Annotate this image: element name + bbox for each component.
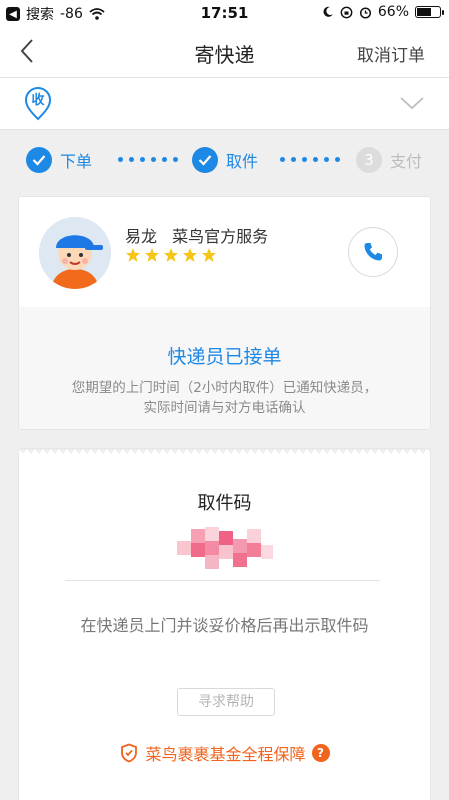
nav-bar: 寄快递 取消订单 bbox=[0, 26, 449, 78]
order-progress: 下单 取件 3 支付 bbox=[26, 147, 426, 177]
moon-icon bbox=[323, 6, 333, 17]
phone-icon bbox=[364, 243, 382, 261]
courier-service: 菜鸟官方服务 bbox=[172, 227, 269, 246]
step-pickup: 取件 bbox=[192, 147, 258, 173]
star-icon bbox=[164, 248, 178, 262]
guarantee-link[interactable]: 菜鸟裹裹基金全程保障 ? bbox=[19, 741, 430, 765]
battery-percent: 66% bbox=[377, 4, 409, 20]
help-question-icon[interactable]: ? bbox=[311, 744, 330, 762]
step-order: 下单 bbox=[26, 147, 92, 173]
step-number: 3 bbox=[356, 147, 382, 173]
alarm-icon bbox=[359, 6, 371, 19]
notice-line: 您期望的上门时间（2小时内取件）已通知快递员， bbox=[71, 380, 378, 396]
call-courier-button[interactable] bbox=[348, 227, 398, 277]
pickup-code-title: 取件码 bbox=[197, 493, 252, 514]
divider bbox=[65, 580, 380, 581]
pickup-code-card: 取件码 在快递员上门并谈妥价格后再出示取件码 寻求帮助 菜鸟裹裹基金全程保障 ? bbox=[18, 448, 431, 800]
step-label: 取件 bbox=[226, 152, 259, 171]
star-icon bbox=[126, 248, 140, 262]
step-connector bbox=[118, 157, 178, 162]
receiver-address-row[interactable]: 收 bbox=[0, 78, 449, 130]
star-icon bbox=[145, 248, 159, 262]
pickup-code-hint: 在快递员上门并谈妥价格后再出示取件码 bbox=[80, 616, 369, 635]
courier-name: 易龙 bbox=[125, 227, 158, 246]
check-icon bbox=[26, 147, 52, 173]
courier-rating bbox=[125, 247, 217, 263]
check-icon bbox=[192, 147, 218, 173]
battery-icon bbox=[415, 6, 444, 18]
courier-status-title: 快递员已接单 bbox=[167, 346, 282, 368]
courier-name-row: 易龙 菜鸟官方服务 bbox=[125, 223, 268, 247]
status-bar: ◀ 搜索 -86 17:51 66% bbox=[0, 0, 449, 26]
star-icon bbox=[183, 248, 197, 262]
courier-notice: 您期望的上门时间（2小时内取件）已通知快递员， 实际时间请与对方电话确认 bbox=[19, 378, 430, 418]
status-right: 66% bbox=[322, 4, 444, 20]
pickup-code-mosaic bbox=[177, 527, 273, 569]
step-label: 下单 bbox=[60, 152, 93, 171]
ticket-edge bbox=[19, 449, 430, 454]
receiver-badge-label: 收 bbox=[31, 93, 45, 108]
notice-line: 实际时间请与对方电话确认 bbox=[143, 400, 306, 416]
step-label: 支付 bbox=[390, 152, 423, 171]
chevron-down-icon[interactable] bbox=[399, 94, 425, 112]
shield-icon bbox=[121, 743, 138, 763]
battery-fill bbox=[417, 8, 431, 16]
step-pay: 3 支付 bbox=[356, 147, 422, 173]
cancel-order-button[interactable]: 取消订单 bbox=[357, 41, 425, 66]
courier-avatar bbox=[39, 217, 111, 289]
step-connector bbox=[280, 157, 340, 162]
rotation-lock-icon bbox=[340, 6, 353, 18]
courier-card: 易龙 菜鸟官方服务 快递员已接单 您期望的上门时间（2小时内取件）已通知快递员，… bbox=[18, 196, 431, 430]
seek-help-button[interactable]: 寻求帮助 bbox=[177, 688, 275, 716]
guarantee-label: 菜鸟裹裹基金全程保障 bbox=[145, 745, 306, 764]
star-icon bbox=[202, 248, 216, 262]
